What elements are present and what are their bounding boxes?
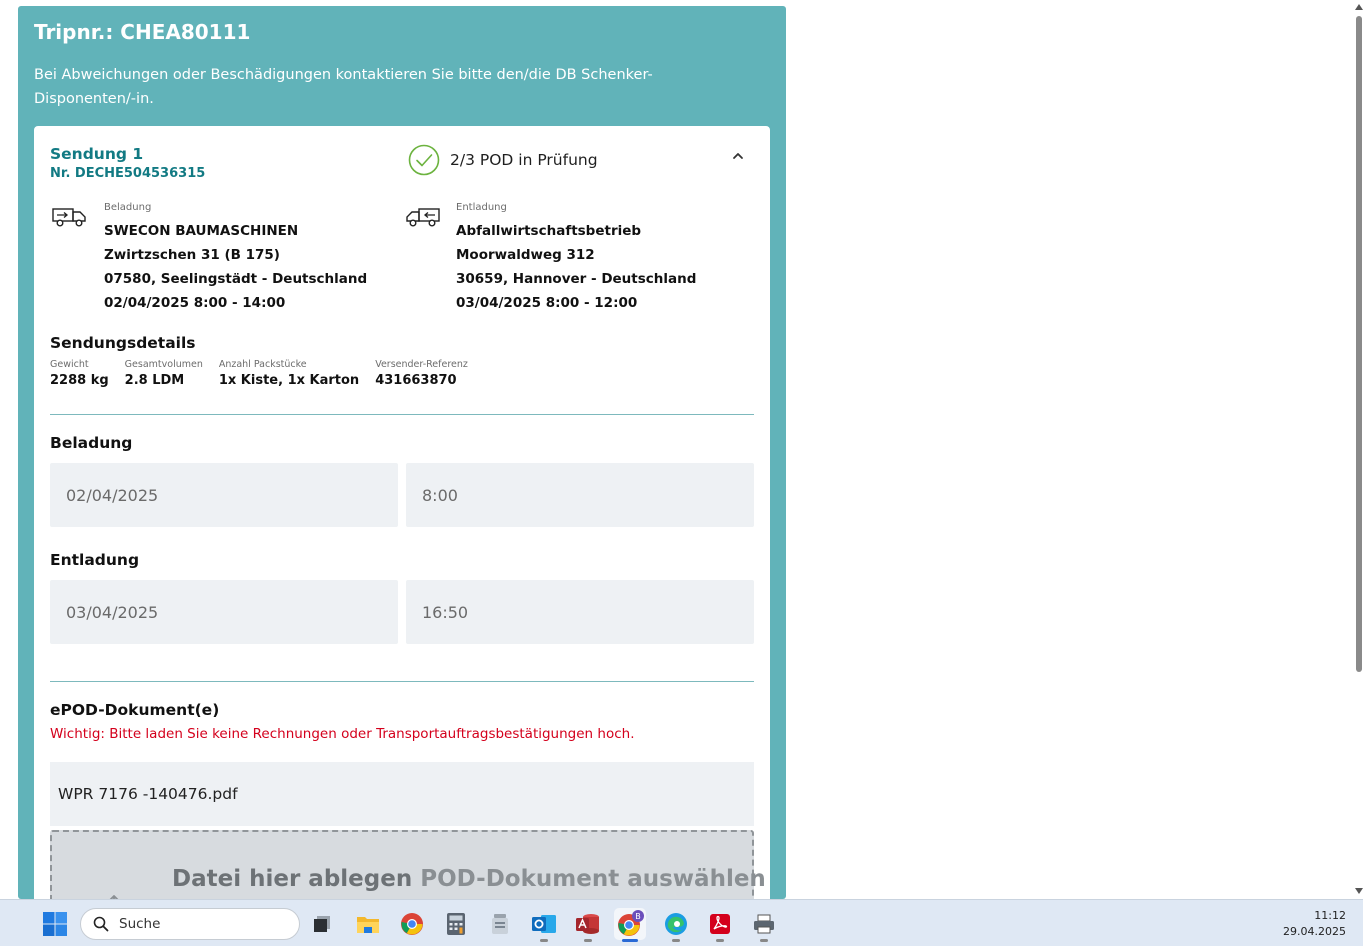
loading-city: 07580, Seelingstädt - Deutschland	[104, 271, 368, 287]
detail-label: Anzahl Packstücke	[218, 359, 307, 370]
access-icon	[576, 914, 599, 934]
detail-reference: Versender-Referenz 431663870	[375, 359, 468, 391]
details-row: Gewicht 2288 kg Gesamtvolumen 2.8 LDM An…	[50, 359, 484, 391]
details-title: Sendungsdetails	[50, 334, 196, 352]
app-indicator	[760, 939, 768, 942]
uploaded-file[interactable]: WPR 7176 -140476.pdf	[50, 762, 754, 826]
truck-unloading-icon	[406, 208, 440, 227]
divider	[50, 414, 754, 415]
unloading-city: 30659, Hannover - Deutschland	[456, 271, 697, 287]
app-button[interactable]	[484, 908, 516, 940]
search-placeholder: Suche	[119, 916, 161, 932]
entladung-date-input[interactable]: 03/04/2025	[50, 580, 398, 644]
beladung-date-input[interactable]: 02/04/2025	[50, 463, 398, 527]
loading-company: SWECON BAUMASCHINEN	[104, 223, 299, 239]
check-circle-icon	[408, 144, 440, 176]
shipment-number: Nr. DECHE504536315	[50, 166, 206, 181]
unloading-street: Moorwaldweg 312	[456, 247, 595, 263]
shipment-card: Sendung 1 Nr. DECHE504536315 2/3 POD in …	[34, 126, 770, 930]
access-button[interactable]	[572, 908, 604, 942]
loading-info: Beladung SWECON BAUMASCHINEN Zwirtzschen…	[104, 202, 404, 315]
printer-icon	[754, 914, 774, 934]
shipment-title: Sendung 1	[50, 145, 144, 163]
file-explorer-icon	[357, 917, 379, 933]
unloading-info: Entladung Abfallwirtschaftsbetrieb Moorw…	[456, 202, 756, 315]
detail-label: Versender-Referenz	[375, 359, 468, 370]
beladung-time-input[interactable]: 8:00	[406, 463, 754, 527]
scroll-down-arrow-icon[interactable]	[1355, 888, 1363, 894]
drop-text: Datei hier ablegen POD-Dokument auswähle…	[172, 866, 766, 892]
app-indicator	[622, 939, 638, 942]
pod-status: 2/3 POD in Prüfung	[408, 144, 598, 176]
profile-badge-text: B	[635, 912, 641, 921]
taskbar-search-input[interactable]: Suche	[80, 908, 300, 940]
loading-street: Zwirtzschen 31 (B 175)	[104, 247, 280, 263]
unloading-time: 03/04/2025 8:00 - 12:00	[456, 295, 638, 311]
trip-notice: Bei Abweichungen oder Beschädigungen kon…	[34, 67, 653, 107]
scroll-up-arrow-icon[interactable]	[1355, 4, 1363, 10]
detail-value: 1x Kiste, 1x Karton	[218, 373, 360, 388]
calculator-icon	[447, 913, 465, 935]
unloading-company: Abfallwirtschaftsbetrieb	[456, 223, 642, 239]
outlook-icon	[532, 915, 556, 933]
detail-value: 2288 kg	[50, 373, 109, 388]
chrome-button[interactable]	[396, 908, 428, 940]
chrome-icon	[401, 913, 423, 935]
clock-time: 11:12	[1314, 909, 1346, 922]
epod-warning: Wichtig: Bitte laden Sie keine Rechnunge…	[50, 726, 635, 742]
beladung-title: Beladung	[50, 434, 133, 452]
acrobat-button[interactable]	[704, 908, 736, 942]
taskbar: Suche B 11:12 29.04.2025	[0, 899, 1363, 946]
search-icon	[93, 916, 109, 932]
chrome-profile-icon: B	[618, 910, 644, 936]
page: Tripnr.: CHEA80111 Bei Abweichungen oder…	[0, 0, 1363, 946]
trip-panel: Tripnr.: CHEA80111 Bei Abweichungen oder…	[18, 6, 786, 930]
loading-label: Beladung	[104, 202, 152, 213]
app-indicator	[716, 939, 724, 942]
outlook-button[interactable]	[528, 908, 560, 942]
app-icon	[492, 914, 508, 934]
edge-icon	[665, 913, 687, 935]
scroll-thumb[interactable]	[1356, 16, 1362, 672]
printer-button[interactable]	[748, 908, 780, 942]
edge-button[interactable]	[660, 908, 692, 942]
task-view-icon	[314, 916, 330, 932]
detail-volume: Gesamtvolumen 2.8 LDM	[125, 359, 203, 391]
taskbar-clock[interactable]: 11:12 29.04.2025	[1262, 908, 1346, 940]
select-pod-link[interactable]: POD-Dokument auswählen	[420, 866, 766, 892]
chevron-up-icon	[733, 153, 743, 159]
windows-start-icon[interactable]	[42, 911, 68, 937]
task-view-button[interactable]	[306, 908, 338, 940]
trip-title: Tripnr.: CHEA80111	[34, 20, 251, 44]
drop-here-text: Datei hier ablegen	[172, 866, 413, 892]
app-indicator	[540, 939, 548, 942]
detail-value: 2.8 LDM	[124, 373, 185, 388]
clock-date: 29.04.2025	[1283, 925, 1346, 938]
epod-title: ePOD-Dokument(e)	[50, 701, 220, 719]
pod-status-text: 2/3 POD in Prüfung	[450, 151, 598, 169]
loading-time: 02/04/2025 8:00 - 14:00	[104, 295, 286, 311]
entladung-title: Entladung	[50, 551, 140, 569]
divider	[50, 681, 754, 682]
collapse-button[interactable]	[730, 148, 746, 164]
file-explorer-button[interactable]	[352, 908, 384, 940]
unloading-label: Entladung	[456, 202, 507, 213]
calculator-button[interactable]	[440, 908, 472, 940]
chrome-profile-button[interactable]: B	[614, 908, 646, 942]
acrobat-icon	[710, 914, 730, 934]
detail-label: Gewicht	[50, 359, 89, 370]
page-scrollbar[interactable]	[1353, 0, 1363, 899]
detail-label: Gesamtvolumen	[124, 359, 203, 370]
detail-value: 431663870	[375, 373, 457, 388]
entladung-time-input[interactable]: 16:50	[406, 580, 754, 644]
app-indicator	[672, 939, 680, 942]
detail-packages: Anzahl Packstücke 1x Kiste, 1x Karton	[219, 359, 359, 391]
detail-weight: Gewicht 2288 kg	[50, 359, 109, 391]
truck-loading-icon	[52, 208, 86, 227]
app-indicator	[584, 939, 592, 942]
